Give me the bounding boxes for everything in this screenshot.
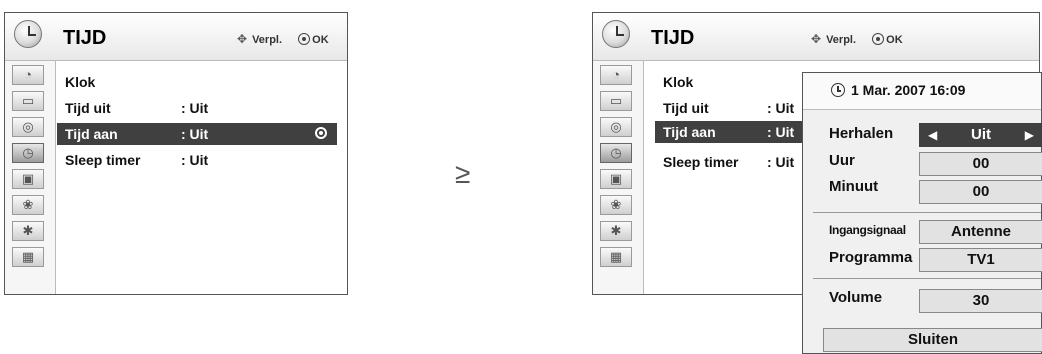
bluetooth-icon[interactable]: ✱ xyxy=(12,221,44,241)
input-source-label: Ingangsignaal xyxy=(829,223,906,237)
arrow-left-icon[interactable]: ◀ xyxy=(928,124,937,146)
menu-item-label: Tijd aan xyxy=(663,124,716,140)
menu-item-value: : Uit xyxy=(181,126,209,142)
satellite-dish-icon[interactable]: ◔ xyxy=(12,65,44,85)
menu-title: TIJD xyxy=(651,27,695,49)
clock-icon xyxy=(831,83,845,97)
clock-icon[interactable]: ◷ xyxy=(12,143,44,163)
tv-screen-icon[interactable]: ▭ xyxy=(600,91,632,111)
menu-item-label: Sleep timer xyxy=(663,154,739,170)
toolbox-icon[interactable]: ▣ xyxy=(600,169,632,189)
nav-move-label: Verpl. xyxy=(826,34,857,46)
menu-item-value: : Uit xyxy=(767,124,795,140)
menu-item-label: Klok xyxy=(65,74,96,90)
selected-radio-icon xyxy=(315,127,327,139)
menu-item-label: Tijd aan xyxy=(65,126,118,142)
menu-item-tijd-aan[interactable]: Tijd aan : Uit xyxy=(57,123,337,145)
menu-item-label: Sleep timer xyxy=(65,152,141,168)
minute-label: Minuut xyxy=(829,178,879,195)
divider xyxy=(813,278,1041,279)
menu-item-value: : Uit xyxy=(767,100,795,116)
menu-item-value: : Uit xyxy=(181,152,209,168)
toolbox-icon[interactable]: ▣ xyxy=(12,169,44,189)
volume-label: Volume xyxy=(829,289,883,306)
menu-header: TIJD ✥ Verpl. OK xyxy=(593,13,1039,61)
menu-item-sleep-timer[interactable]: Sleep timer : Uit xyxy=(57,149,337,171)
clapperboard-icon[interactable]: ▦ xyxy=(12,247,44,267)
menu-item-tijd-uit[interactable]: Tijd uit : Uit xyxy=(655,97,805,119)
divider xyxy=(813,212,1041,213)
clock-icon xyxy=(602,20,630,48)
menu-item-klok[interactable]: Klok xyxy=(57,71,337,93)
category-sidebar: ◔ ▭ ◎ ◷ ▣ ❀ ✱ ▦ xyxy=(5,61,56,294)
menu-item-tijd-uit[interactable]: Tijd uit : Uit xyxy=(57,97,337,119)
clock-icon[interactable]: ◷ xyxy=(600,143,632,163)
input-source-field[interactable]: Antenne xyxy=(919,220,1042,244)
lock-icon[interactable]: ❀ xyxy=(600,195,632,215)
menu-header: TIJD ✥ Verpl. OK xyxy=(5,13,347,61)
current-datetime: 1 Mar. 2007 16:09 xyxy=(851,82,966,98)
nav-ok-label: OK xyxy=(312,34,329,46)
popup-header: 1 Mar. 2007 16:09 xyxy=(803,73,1041,110)
repeat-value: Uit xyxy=(971,126,991,143)
satellite-dish-icon[interactable]: ◔ xyxy=(600,65,632,85)
hour-label: Uur xyxy=(829,152,855,169)
speaker-icon[interactable]: ◎ xyxy=(600,117,632,137)
bluetooth-icon[interactable]: ✱ xyxy=(600,221,632,241)
menu-item-tijd-aan[interactable]: Tijd aan : Uit xyxy=(655,121,805,143)
time-menu-left: TIJD ✥ Verpl. OK ◔ ▭ ◎ ◷ ▣ ❀ ✱ ▦ Klok Ti… xyxy=(4,12,348,295)
programme-field[interactable]: TV1 xyxy=(919,248,1042,272)
arrow-right-icon[interactable]: ▶ xyxy=(1025,124,1034,146)
move-arrows-icon: ✥ xyxy=(236,32,248,46)
ok-icon xyxy=(872,33,885,45)
lock-icon[interactable]: ❀ xyxy=(12,195,44,215)
programme-label: Programma xyxy=(829,249,913,266)
menu-item-klok[interactable]: Klok xyxy=(655,71,805,93)
menu-title: TIJD xyxy=(63,27,107,49)
nav-ok-label: OK xyxy=(886,34,903,46)
menu-item-value: : Uit xyxy=(767,154,795,170)
menu-item-label: Tijd uit xyxy=(663,100,709,116)
volume-field[interactable]: 30 xyxy=(919,289,1042,313)
menu-item-label: Klok xyxy=(663,74,694,90)
move-arrows-icon: ✥ xyxy=(810,32,822,46)
nav-move-label: Verpl. xyxy=(252,34,283,46)
menu-item-value: : Uit xyxy=(181,100,209,116)
timer-settings-popup: 1 Mar. 2007 16:09 Herhalen ◀ Uit ▶ Uur 0… xyxy=(802,72,1042,354)
category-sidebar: ◔ ▭ ◎ ◷ ▣ ❀ ✱ ▦ xyxy=(593,61,644,294)
hour-field[interactable]: 00 xyxy=(919,152,1042,176)
speaker-icon[interactable]: ◎ xyxy=(12,117,44,137)
clapperboard-icon[interactable]: ▦ xyxy=(600,247,632,267)
nav-hint: ✥ Verpl. OK xyxy=(235,32,329,46)
next-step-arrow: ≥ xyxy=(455,158,471,189)
tv-screen-icon[interactable]: ▭ xyxy=(12,91,44,111)
repeat-selector[interactable]: ◀ Uit ▶ xyxy=(919,123,1042,147)
menu-item-sleep-timer[interactable]: Sleep timer : Uit xyxy=(655,151,805,173)
clock-icon xyxy=(14,20,42,48)
menu-item-label: Tijd uit xyxy=(65,100,111,116)
nav-hint: ✥ Verpl. OK xyxy=(809,32,903,46)
repeat-label: Herhalen xyxy=(829,125,894,142)
close-button[interactable]: Sluiten xyxy=(823,328,1042,352)
minute-field[interactable]: 00 xyxy=(919,180,1042,204)
ok-icon xyxy=(298,33,311,45)
